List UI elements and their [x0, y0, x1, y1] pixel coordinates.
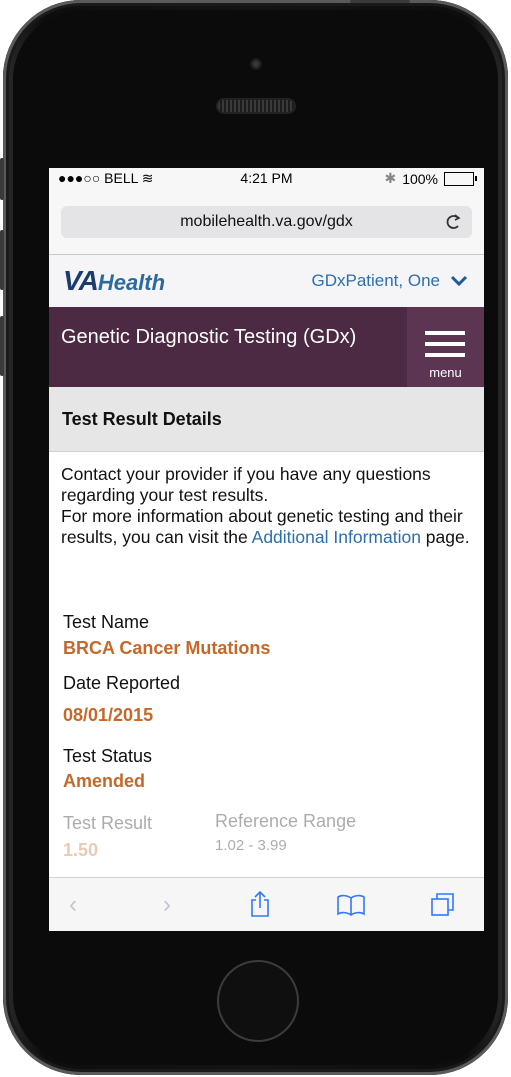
test-status-value: Amended: [63, 771, 146, 791]
date-reported-value: 08/01/2015: [63, 705, 154, 725]
front-camera: [250, 58, 262, 70]
intro-line-1: Contact your provider if you have any qu…: [61, 464, 431, 505]
status-bar: ●●●○○ BELL ≋ 4:21 PM ✱ 100%: [49, 168, 484, 188]
menu-label: menu: [429, 365, 462, 380]
additional-information-link[interactable]: Additional Information: [252, 527, 421, 547]
forward-icon[interactable]: ›: [163, 891, 171, 919]
earpiece-speaker: [218, 100, 294, 112]
section-title: Test Result Details: [62, 409, 222, 429]
va-health-logo[interactable]: VAHealth: [63, 265, 165, 297]
url-text: mobilehealth.va.gov/gdx: [180, 213, 353, 230]
back-icon[interactable]: ‹: [69, 891, 77, 919]
logo-va: VA: [63, 265, 99, 296]
test-name-value: BRCA Cancer Mutations: [63, 638, 271, 658]
test-result-value: 1.50: [63, 840, 99, 860]
reload-icon[interactable]: [444, 206, 462, 248]
user-menu[interactable]: GDxPatient, One: [311, 271, 468, 291]
battery-percent: 100%: [402, 170, 438, 187]
power-button: [350, 0, 410, 3]
reference-range-value: 1.02 - 3.99: [215, 837, 287, 854]
browser-toolbar: ‹ ›: [49, 877, 484, 931]
mute-switch: [0, 158, 4, 200]
url-field[interactable]: mobilehealth.va.gov/gdx: [61, 206, 472, 238]
volume-down-button: [0, 316, 4, 376]
intro-line-2-end: page.: [420, 527, 470, 547]
page-title: Genetic Diagnostic Testing (GDx): [61, 326, 357, 348]
menu-button[interactable]: menu: [407, 307, 484, 387]
hamburger-icon: [425, 331, 465, 364]
bookmarks-icon[interactable]: [336, 893, 366, 924]
share-icon[interactable]: [249, 890, 271, 925]
tabs-icon[interactable]: [429, 891, 457, 926]
bluetooth-icon: ✱: [384, 170, 397, 186]
browser-address-bar: mobilehealth.va.gov/gdx: [49, 188, 484, 255]
user-name: GDxPatient, One: [311, 271, 440, 290]
chevron-down-icon: [450, 275, 468, 287]
home-button[interactable]: [217, 960, 299, 1042]
logo-health: Health: [97, 270, 166, 295]
test-name-label: Test Name: [63, 612, 150, 632]
screen: ●●●○○ BELL ≋ 4:21 PM ✱ 100% mobilehealth…: [49, 168, 484, 931]
test-result-label: Test Result: [63, 813, 153, 833]
status-right: ✱ 100%: [384, 170, 477, 187]
test-status-label: Test Status: [63, 746, 153, 766]
section-header: Test Result Details: [49, 387, 484, 452]
date-reported-label: Date Reported: [63, 673, 181, 693]
reference-range-label: Reference Range: [215, 811, 357, 831]
volume-up-button: [0, 230, 4, 290]
page-titlebar: Genetic Diagnostic Testing (GDx) menu: [49, 307, 484, 387]
battery-icon: [444, 171, 477, 186]
intro-text: Contact your provider if you have any qu…: [61, 464, 479, 548]
site-header: VAHealth GDxPatient, One: [49, 255, 484, 307]
